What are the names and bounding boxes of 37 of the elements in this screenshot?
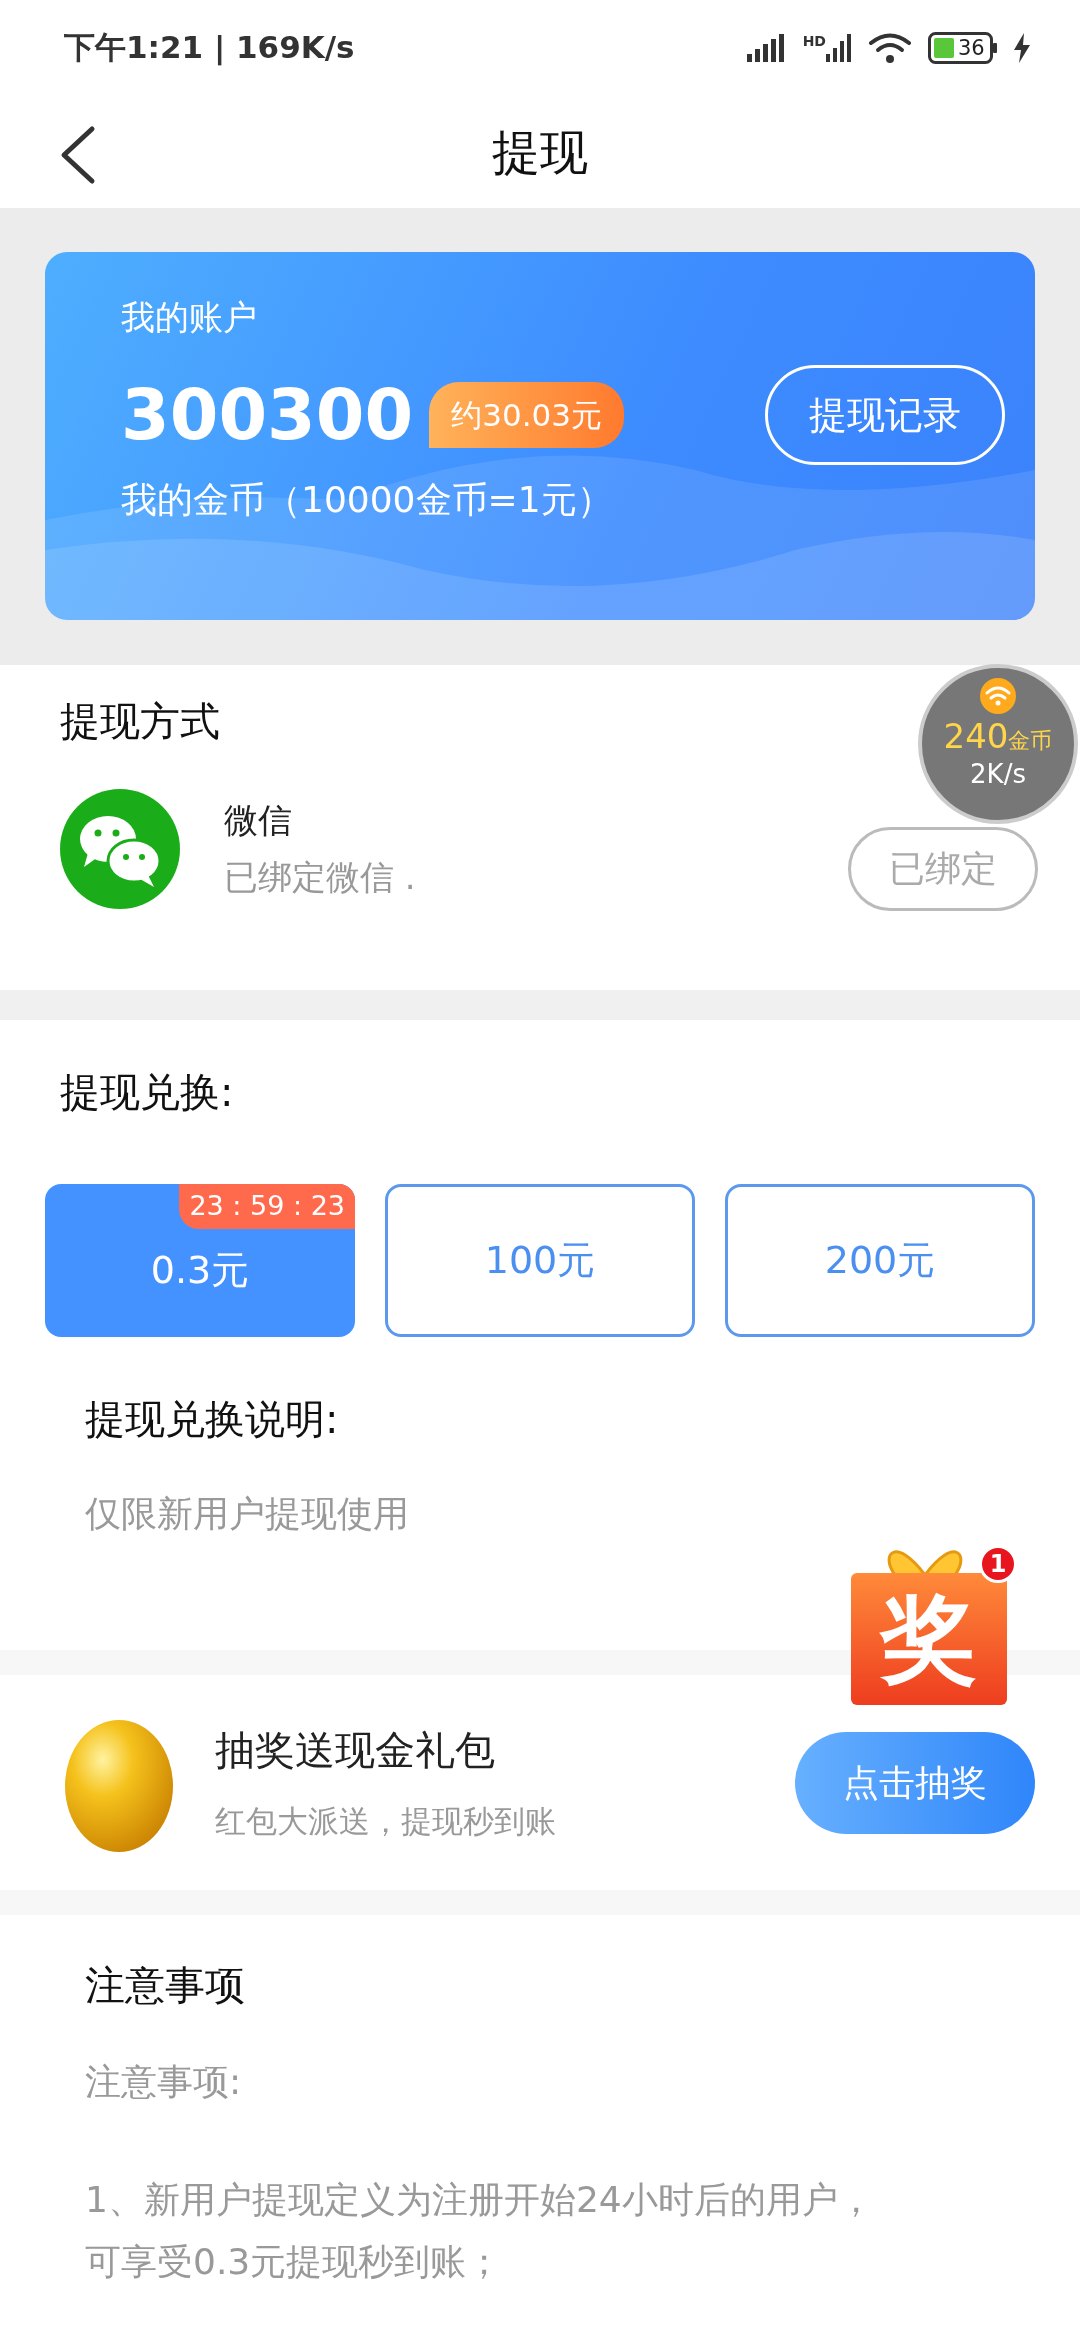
- bound-button[interactable]: 已绑定: [848, 827, 1038, 911]
- widget-coin-unit: 金币: [1008, 728, 1053, 753]
- draw-button[interactable]: 点击抽奖: [795, 1731, 1035, 1834]
- widget-speed: 2K/s: [970, 758, 1026, 792]
- amount-option[interactable]: 100元: [385, 1184, 695, 1337]
- notice-text: 注意事项:: [85, 2060, 243, 2104]
- lottery-subtitle: 红包大派送，提现秒到账: [215, 1802, 557, 1842]
- wifi-coin-icon: [980, 678, 1016, 714]
- lottery-title: 抽奖送现金礼包: [215, 1726, 496, 1776]
- charging-icon: [1014, 32, 1030, 63]
- section-title: 提现兑换:: [60, 1068, 235, 1117]
- section-title: 注意事项: [85, 1961, 246, 2010]
- exchange-note: 仅限新用户提现使用: [85, 1492, 410, 1536]
- coin-balance: 300300: [121, 380, 414, 450]
- notice-text: 1、新用户提现定义为注册开始24小时后的用户，可享受0.3元提现秒到账；: [85, 2178, 875, 2284]
- battery-level-text: 36: [958, 34, 985, 62]
- approx-value-tag: 约30.03元: [429, 381, 624, 449]
- countdown-tag: 23 : 59 : 23: [179, 1184, 355, 1229]
- prize-gift-box[interactable]: 奖: [851, 1573, 1007, 1705]
- method-name: 微信: [224, 799, 293, 842]
- status-time: 下午1:21 | 169K/s: [64, 28, 355, 68]
- amount-option[interactable]: 200元: [725, 1184, 1035, 1337]
- withdraw-history-button[interactable]: 提现记录: [765, 365, 1005, 465]
- section-title: 提现兑换说明:: [85, 1395, 340, 1444]
- hd-label: HD: [802, 33, 826, 48]
- battery-icon: [928, 31, 998, 64]
- amount-option[interactable]: 0.3元 23 : 59 : 23: [45, 1184, 355, 1337]
- method-status: 已绑定微信 .: [224, 856, 417, 899]
- signal-icon: [826, 33, 852, 62]
- chat-bubbles-icon: [60, 789, 180, 909]
- widget-coins: 240: [943, 716, 1009, 756]
- account-label: 我的账户: [121, 296, 258, 339]
- coin-rate-text: 我的金币（10000金币=1元）: [121, 478, 614, 522]
- page-title: 提现: [492, 122, 588, 182]
- wifi-icon: [868, 31, 912, 64]
- section-title: 提现方式: [60, 697, 220, 746]
- signal-icon: [746, 33, 787, 62]
